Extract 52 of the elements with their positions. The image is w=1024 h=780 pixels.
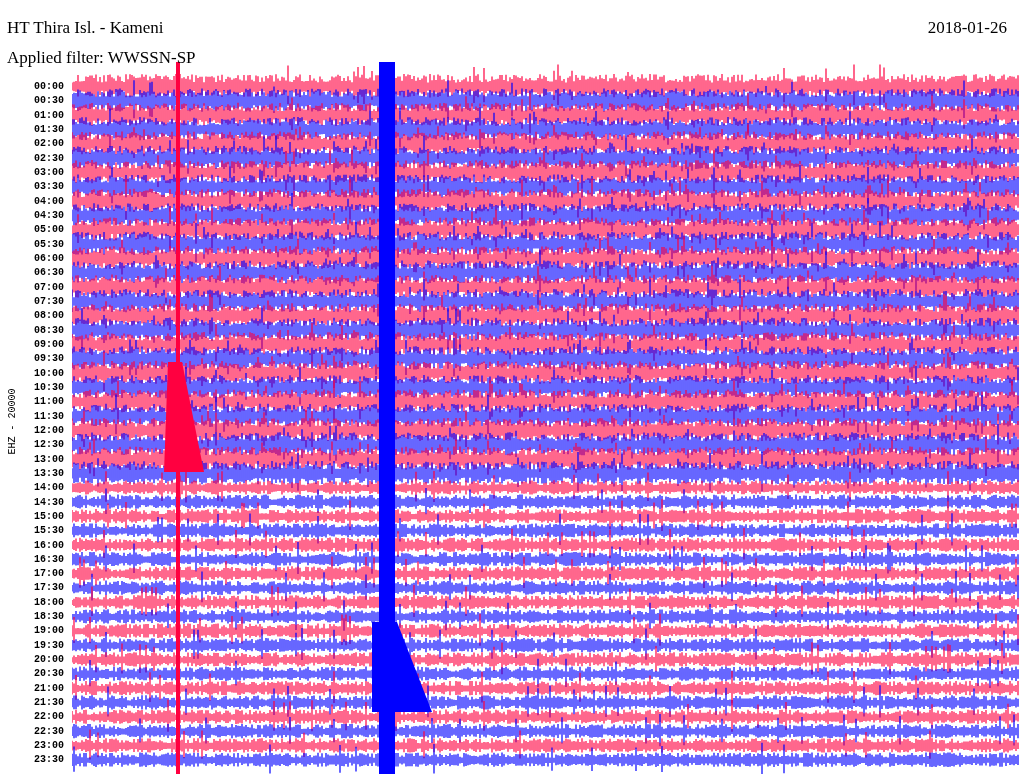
time-label: 08:00 [34, 309, 64, 324]
time-label: 13:00 [34, 452, 64, 467]
time-label: 13:30 [34, 466, 64, 481]
time-label: 12:30 [34, 438, 64, 453]
time-label: 11:00 [34, 395, 64, 410]
time-label: 09:30 [34, 352, 64, 367]
time-label: 05:30 [34, 237, 64, 252]
filter-label: Applied filter: WWSSN-SP [7, 48, 196, 67]
time-label: 04:00 [34, 194, 64, 209]
time-label: 17:30 [34, 581, 64, 596]
date-label: 2018-01-26 [927, 18, 1007, 38]
time-label: 16:00 [34, 538, 64, 553]
time-label: 22:00 [34, 710, 64, 725]
time-label: 10:30 [34, 380, 64, 395]
time-label: 21:30 [34, 696, 64, 711]
time-label: 16:30 [34, 552, 64, 567]
time-label: 17:00 [34, 567, 64, 582]
time-label: 02:00 [34, 137, 64, 152]
time-label: 07:30 [34, 294, 64, 309]
time-label: 06:30 [34, 266, 64, 281]
time-label: 18:30 [34, 610, 64, 625]
time-label: 11:30 [34, 409, 64, 424]
time-label: 06:00 [34, 251, 64, 266]
time-label: 00:30 [34, 94, 64, 109]
time-label: 04:30 [34, 208, 64, 223]
time-label: 23:30 [34, 753, 64, 768]
time-label: 02:30 [34, 151, 64, 166]
time-label: 21:00 [34, 681, 64, 696]
station-title: HT Thira Isl. - Kameni [7, 18, 164, 38]
time-label: 08:30 [34, 323, 64, 338]
time-label: 22:30 [34, 724, 64, 739]
time-label: 01:30 [34, 123, 64, 137]
time-label: 19:00 [34, 624, 64, 639]
time-label: 20:30 [34, 667, 64, 682]
time-label: 10:00 [34, 366, 64, 381]
time-label: 14:00 [34, 481, 64, 496]
time-label: 15:00 [34, 509, 64, 524]
time-label: 19:30 [34, 638, 64, 653]
time-label: 00:00 [34, 80, 64, 94]
channel-label: EHZ - 20000 [5, 388, 19, 454]
time-label: 14:30 [34, 495, 64, 510]
time-label: 20:00 [34, 653, 64, 668]
time-label: 18:00 [34, 595, 64, 610]
time-label: 03:00 [34, 165, 64, 180]
time-label: 03:30 [34, 180, 64, 195]
time-label: 23:00 [34, 739, 64, 754]
time-label: 12:00 [34, 423, 64, 438]
time-label: 05:00 [34, 223, 64, 238]
time-label: 07:00 [34, 280, 64, 295]
time-label: 09:00 [34, 337, 64, 352]
time-label: 15:30 [34, 524, 64, 539]
time-label: 01:00 [34, 108, 64, 123]
